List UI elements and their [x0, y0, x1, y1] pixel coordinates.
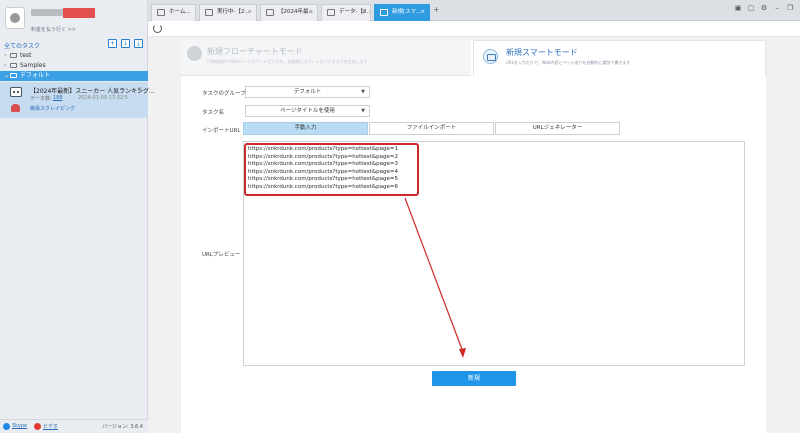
url-preview-label: URLプレビュー	[202, 252, 241, 258]
tab-new-smart[interactable]: 新規[スマ... ×	[374, 4, 430, 21]
all-tasks-link[interactable]: 全てのタスク	[4, 41, 40, 50]
message-icon[interactable]: ▢	[747, 4, 755, 12]
import-task-button[interactable]: ↓	[121, 39, 130, 48]
page-icon	[205, 9, 213, 16]
new-task-panel: 新規フローチャートモード 可視化操作でWebページスクレイピングを、自動的にスク…	[181, 40, 766, 433]
sidebar-footer: Skype ビデオ バージョン: 3.6.4	[0, 419, 148, 433]
folder-icon	[10, 73, 17, 78]
sidebar: 料金を払う行く >> 全てのタスク + ↓ ⤓ › test › Samples…	[0, 0, 155, 433]
folder-icon	[10, 63, 17, 68]
tree-item-label: Samples	[20, 62, 46, 69]
url-line: https://snkrdunk.com/products?type=hotte…	[248, 146, 398, 152]
tree-item-default[interactable]: ⌄ デフォルト	[0, 71, 148, 81]
user-name-redacted	[31, 9, 63, 16]
toolbar-row	[148, 21, 800, 37]
minimize-icon[interactable]: –	[773, 4, 781, 12]
close-icon[interactable]: ×	[420, 5, 425, 20]
url-line: https://snkrdunk.com/products?type=hotte…	[248, 176, 398, 183]
upgrade-link[interactable]: 料金を払う行く >>	[31, 26, 76, 33]
tree-item-label: デフォルト	[20, 72, 51, 79]
flowchart-mode-title: 新規フローチャートモード	[207, 47, 303, 56]
avatar[interactable]	[5, 7, 25, 29]
mode-smart[interactable]: 新規スマートモード URLを入力だけで、Web内容とページ送りを自動的に識別で書…	[473, 40, 766, 76]
refresh-icon[interactable]	[153, 24, 162, 33]
url-line: https://snkrdunk.com/products?type=hotte…	[248, 168, 398, 175]
import-tab-generator[interactable]: URLジェネレーター	[495, 122, 620, 135]
task-timestamp: 2024-01-09 17:32:5	[78, 95, 128, 101]
tab-label: ホーム...	[169, 9, 191, 15]
export-task-button[interactable]: ⤓	[134, 39, 143, 48]
add-tab-button[interactable]: +	[433, 5, 440, 14]
flowchart-icon	[187, 46, 202, 61]
flowchart-mode-desc: 可視化操作でWebページスクレイピングを、自動的にスクレイピングタスクを生成しま…	[207, 59, 368, 64]
tab-bar: ホーム... 実行中-【2... × 【2024年最... × データ-【2..…	[148, 0, 800, 21]
task-name-value: ページタイトルを使用	[280, 108, 335, 114]
url-line: https://snkrdunk.com/products?type=hotte…	[248, 161, 398, 168]
tab-task[interactable]: 【2024年最... ×	[260, 4, 318, 21]
import-tab-manual[interactable]: 手動入力	[243, 122, 368, 135]
tree-item-samples[interactable]: › Samples	[0, 61, 148, 71]
tab-home[interactable]: ホーム...	[151, 4, 196, 21]
page-icon	[380, 9, 388, 16]
task-name-label: タスク名	[202, 110, 225, 116]
chevron-down-icon[interactable]: ⌄	[4, 71, 9, 81]
url-input-area[interactable]: https://snkrdunk.com/products?type=hotte…	[243, 141, 745, 366]
tab-label: データ-【2...	[339, 9, 371, 15]
task-group-select[interactable]: デフォルト ▼	[245, 86, 370, 98]
folder-icon	[10, 53, 17, 58]
skype-link[interactable]: Skype	[12, 423, 27, 429]
tab-running[interactable]: 実行中-【2... ×	[199, 4, 257, 21]
task-name-select[interactable]: ページタイトルを使用 ▼	[245, 105, 370, 117]
close-icon[interactable]: ×	[247, 5, 252, 20]
restore-icon[interactable]: ❐	[786, 4, 794, 12]
scraping-mode-icon	[11, 104, 20, 112]
smart-mode-desc: URLを入力だけで、Web内容とページ送りを自動的に識別で書きます	[506, 60, 631, 65]
chevron-down-icon: ▼	[361, 108, 365, 114]
tab-label: 新規[スマ...	[392, 9, 422, 15]
tab-label: 実行中-【2...	[217, 9, 250, 15]
settings-icon[interactable]: ⚙	[760, 4, 768, 12]
url-line: https://snkrdunk.com/products?type=hotte…	[248, 183, 398, 190]
page-icon	[266, 9, 274, 16]
import-url-label: インポートURL	[202, 128, 241, 134]
feature-icon[interactable]: ▣	[734, 4, 742, 12]
close-icon[interactable]: ×	[137, 86, 142, 93]
chevron-down-icon: ▼	[361, 89, 365, 95]
page-icon	[327, 9, 335, 16]
task-item[interactable]: 【2024年最新】スニーカー 人気ランキング... × データ数: 188 20…	[0, 82, 155, 118]
task-mode-label: 簡易スクレイピング	[30, 106, 76, 112]
home-icon	[157, 9, 165, 16]
smart-mode-title: 新規スマートモード	[506, 48, 578, 57]
data-count-link[interactable]: 188	[53, 95, 63, 101]
user-profile: 料金を払う行く >>	[0, 0, 148, 38]
close-icon[interactable]: ×	[361, 5, 366, 20]
video-link[interactable]: ビデオ	[43, 423, 58, 430]
close-icon[interactable]: ×	[308, 5, 313, 20]
task-group-label: タスクのグループ	[202, 91, 246, 97]
user-badge-redacted	[63, 8, 95, 18]
version-label: バージョン: 3.6.4	[102, 424, 143, 430]
url-list: https://snkrdunk.com/products?type=hotte…	[248, 146, 398, 192]
mode-flowchart[interactable]: 新規フローチャートモード 可視化操作でWebページスクレイピングを、自動的にスク…	[181, 40, 471, 76]
task-group-value: デフォルト	[293, 89, 322, 95]
create-button[interactable]: 新規	[432, 371, 516, 386]
skype-icon[interactable]	[3, 423, 10, 430]
url-line: https://snkrdunk.com/products?type=hotte…	[248, 153, 398, 160]
robot-icon	[10, 87, 22, 97]
import-tab-file[interactable]: ファイルインポート	[369, 122, 494, 135]
add-task-button[interactable]: +	[108, 39, 117, 48]
chevron-right-icon[interactable]: ›	[4, 61, 6, 71]
tab-data[interactable]: データ-【2... ×	[321, 4, 371, 21]
data-count-label: データ数:	[30, 96, 52, 102]
robot-icon	[483, 49, 498, 64]
tree-item-test[interactable]: › test	[0, 51, 148, 61]
video-icon[interactable]	[34, 423, 41, 430]
avatar-face-icon	[10, 13, 20, 23]
tree-item-label: test	[20, 52, 32, 59]
chevron-right-icon[interactable]: ›	[4, 51, 6, 61]
